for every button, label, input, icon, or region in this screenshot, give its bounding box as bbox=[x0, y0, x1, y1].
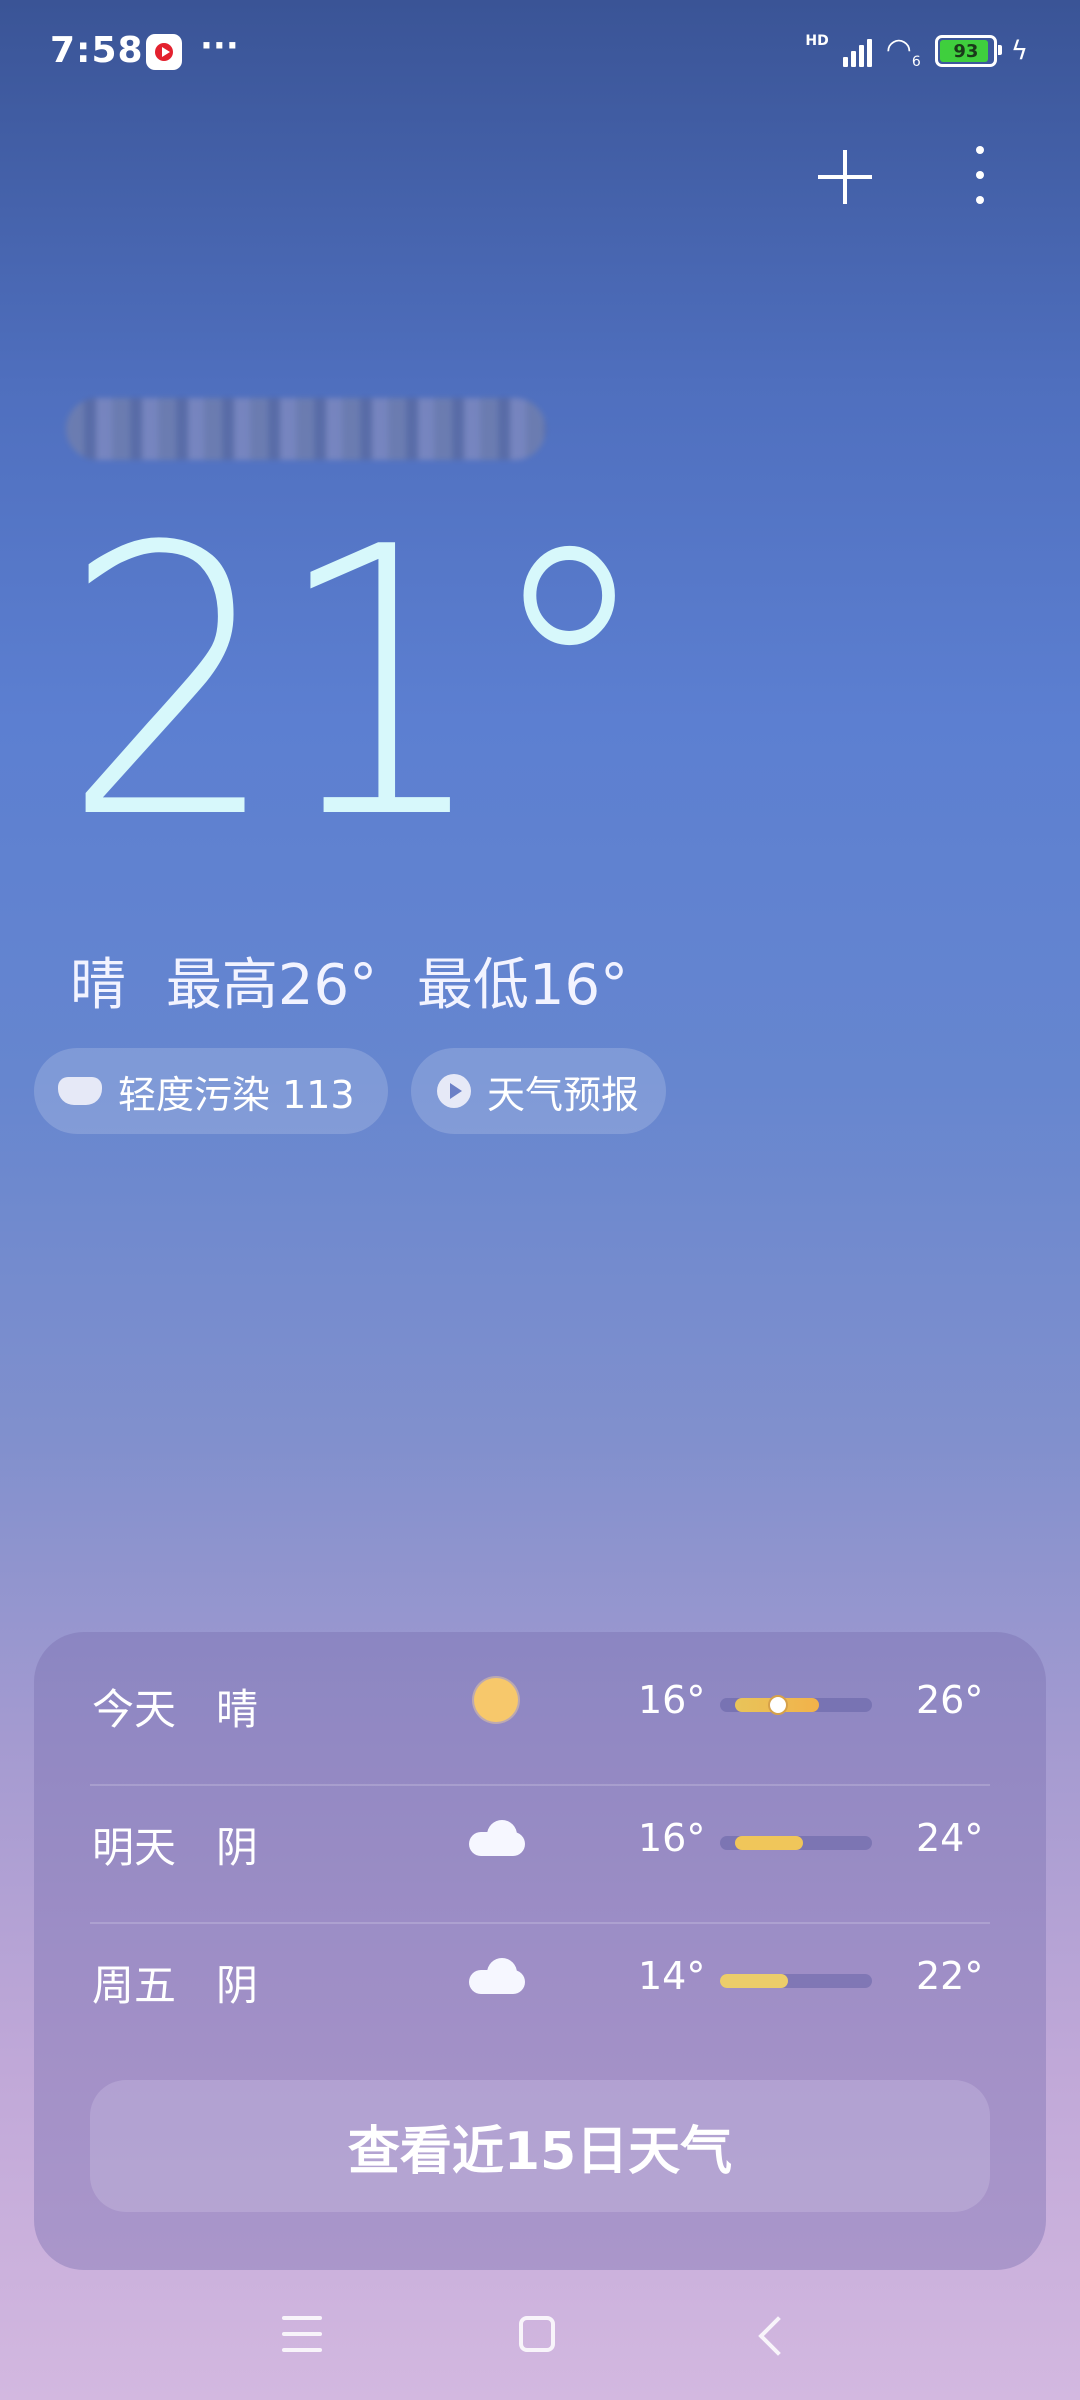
location-name-blurred[interactable] bbox=[66, 398, 546, 460]
forecast-low: 16° bbox=[638, 1816, 706, 1860]
forecast-row-tomorrow[interactable]: 明天 阴 16° 24° bbox=[34, 1770, 1046, 1908]
forecast-day: 明天 bbox=[92, 1823, 177, 1872]
temperature-range-fill bbox=[735, 1836, 803, 1850]
cloud-icon bbox=[469, 1958, 525, 1994]
weather-forecast-label: 天气预报 bbox=[487, 1072, 640, 1117]
current-temp-marker bbox=[768, 1695, 788, 1715]
forecast-row-today[interactable]: 今天 晴 16° 26° bbox=[34, 1632, 1046, 1770]
play-icon bbox=[437, 1074, 471, 1108]
wifi-icon: ◠6 bbox=[885, 32, 921, 70]
forecast-row-friday[interactable]: 周五 阴 14° 22° bbox=[34, 1908, 1046, 2046]
fifteen-day-forecast-button[interactable]: 查看近15日天气 bbox=[90, 2080, 990, 2212]
video-app-icon bbox=[146, 34, 182, 70]
weather-forecast-chip[interactable]: 天气预报 bbox=[411, 1048, 666, 1134]
air-quality-chip[interactable]: 轻度污染 113 bbox=[34, 1048, 388, 1134]
status-time: 7:58 bbox=[50, 30, 144, 71]
forecast-day: 周五 bbox=[92, 1961, 177, 2010]
high-temperature: 最高26° bbox=[165, 953, 378, 1018]
add-city-button[interactable] bbox=[818, 150, 872, 204]
forecast-condition: 阴 bbox=[216, 1961, 259, 2010]
wifi-label: 6 bbox=[911, 54, 921, 70]
status-icons: HD ◠6 93 ϟ bbox=[805, 32, 1028, 70]
mask-icon bbox=[58, 1077, 102, 1105]
menu-icon[interactable] bbox=[282, 2316, 322, 2352]
condition-summary: 晴 最高26° 最低16° bbox=[70, 940, 650, 1021]
forecast-low: 16° bbox=[638, 1678, 706, 1722]
cloud-icon bbox=[469, 1820, 525, 1856]
signal-icon bbox=[842, 35, 872, 67]
back-icon[interactable] bbox=[758, 2316, 798, 2356]
more-options-button[interactable] bbox=[966, 146, 994, 204]
sun-icon bbox=[474, 1678, 518, 1722]
notification-overflow: ··· bbox=[200, 26, 239, 66]
forecast-condition: 阴 bbox=[216, 1823, 259, 1872]
forecast-high: 26° bbox=[916, 1678, 984, 1722]
forecast-low: 14° bbox=[638, 1954, 706, 1998]
battery-level: 93 bbox=[953, 40, 979, 62]
temperature-range-bar bbox=[720, 1695, 872, 1715]
hd-label: HD bbox=[805, 33, 829, 49]
current-temperature: 21° bbox=[62, 470, 654, 900]
charging-bolt-icon: ϟ bbox=[1010, 36, 1028, 66]
home-icon[interactable] bbox=[519, 2316, 555, 2352]
forecast-condition: 晴 bbox=[216, 1685, 259, 1734]
current-condition: 晴 bbox=[70, 953, 126, 1018]
forecast-day: 今天 bbox=[92, 1685, 177, 1734]
forecast-high: 24° bbox=[916, 1816, 984, 1860]
low-temperature: 最低16° bbox=[416, 953, 629, 1018]
air-quality-label: 轻度污染 113 bbox=[118, 1072, 355, 1117]
battery-icon: 93 bbox=[934, 35, 1002, 67]
temperature-range-bar bbox=[720, 1974, 872, 1988]
temperature-range-bar bbox=[720, 1836, 872, 1850]
forecast-high: 22° bbox=[916, 1954, 984, 1998]
more-vertical-icon bbox=[976, 146, 984, 154]
forecast-card: 今天 晴 16° 26° 明天 阴 16° 24° 周五 阴 14° 22° 查… bbox=[34, 1632, 1046, 2270]
temperature-range-fill bbox=[720, 1974, 788, 1988]
